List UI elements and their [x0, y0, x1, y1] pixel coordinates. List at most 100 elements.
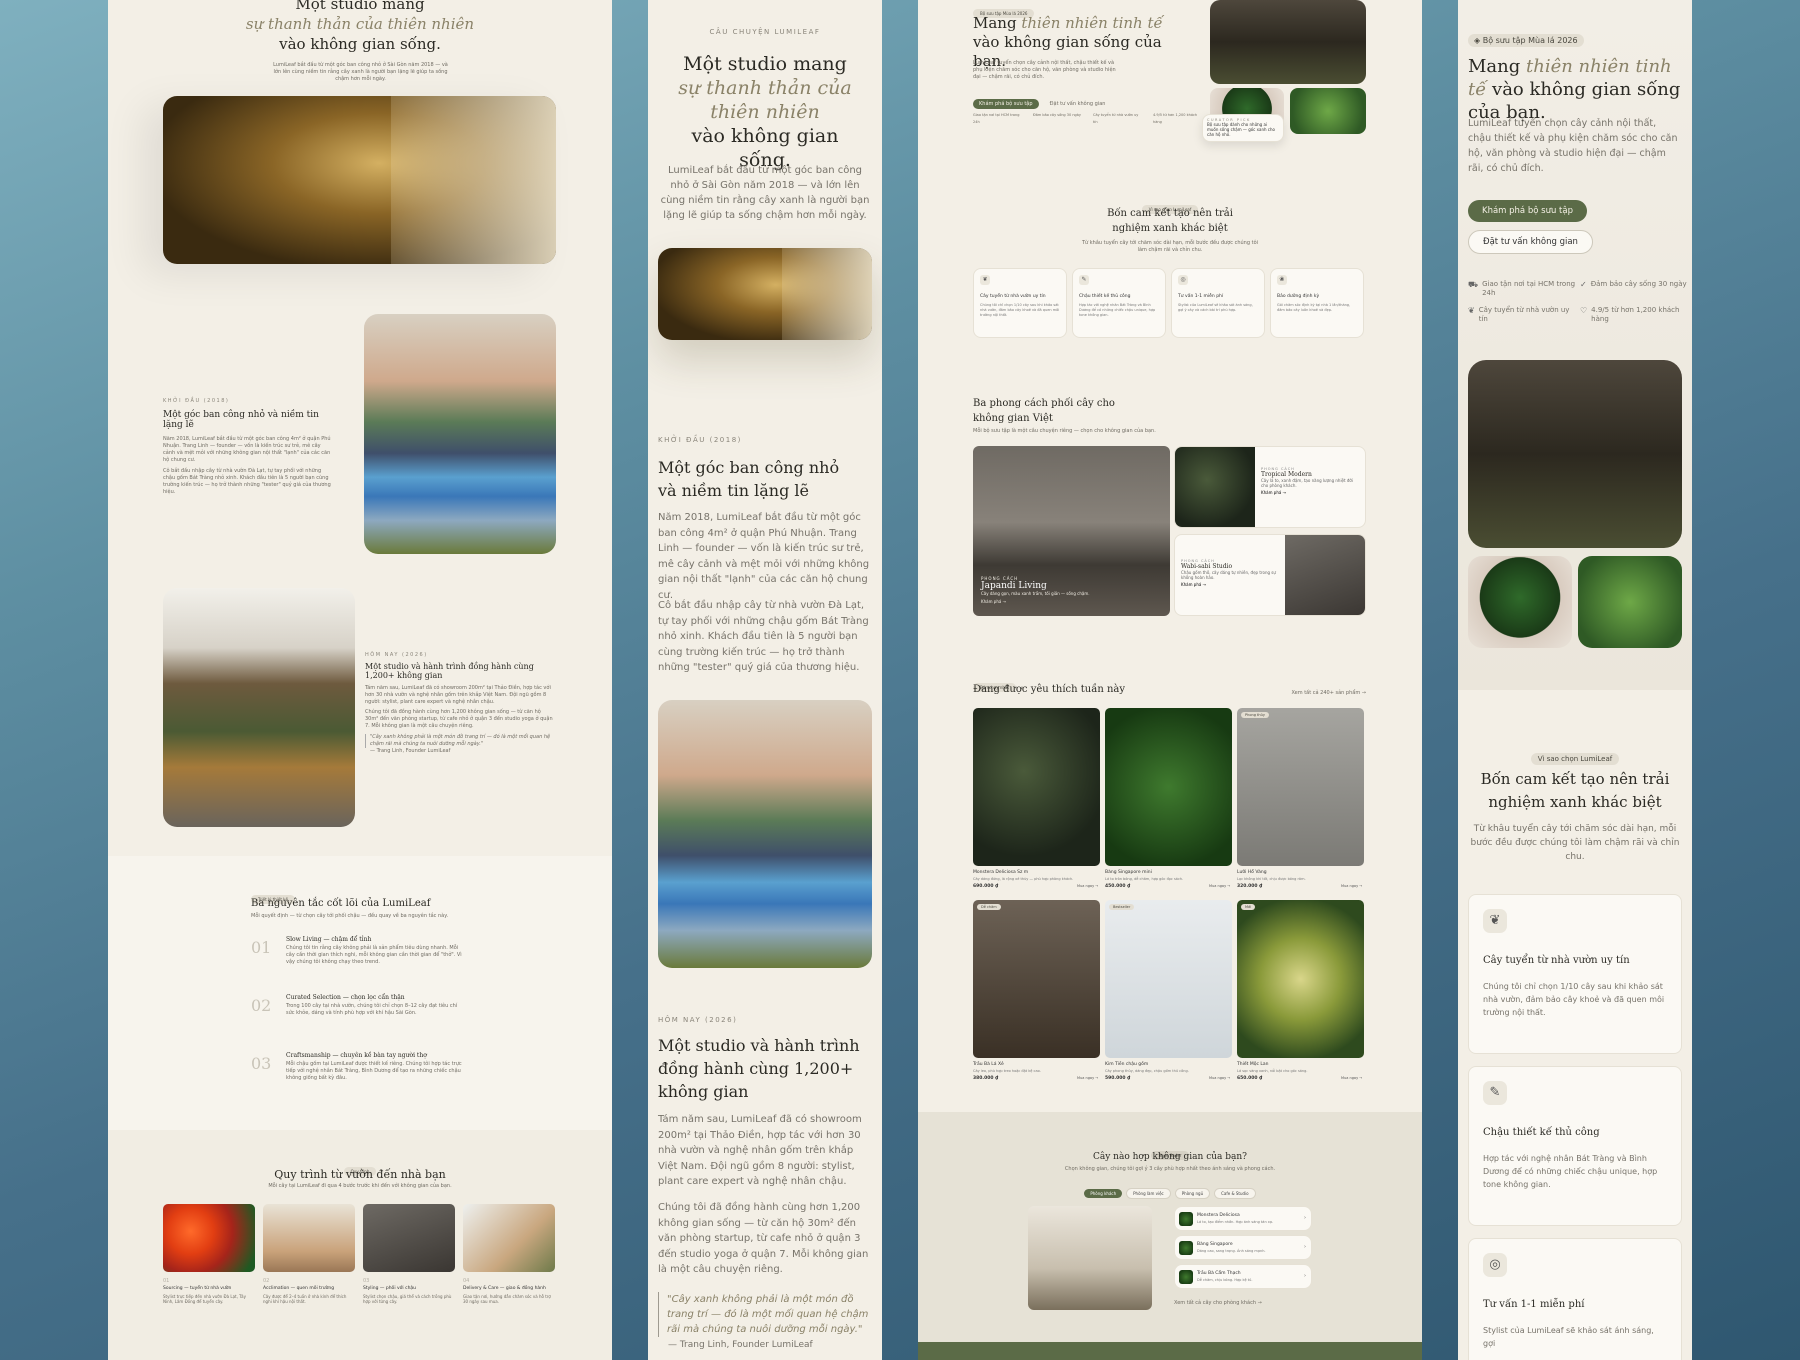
- s1-paragraph-2: Cô bắt đầu nhập cây từ nhà vườn Đà Lạt, …: [163, 468, 331, 495]
- quiz-suggestion[interactable]: Monstera Deliciosa Lá to, tạo điểm nhấn. …: [1174, 1206, 1312, 1231]
- process-step-title: Styling — phối với chậu: [363, 1286, 417, 1291]
- quote: "Cây xanh không phải là một món đồ trang…: [658, 1292, 872, 1337]
- quiz-suggestion[interactable]: Bàng Singapore Dáng cao, sang trọng. Ánh …: [1174, 1235, 1312, 1260]
- book-consultation-button[interactable]: Đặt tư vấn không gian: [1468, 230, 1593, 254]
- title-line1: Một studio mang: [683, 53, 847, 75]
- product-name: Thiết Mộc Lan: [1237, 1062, 1269, 1067]
- product-desc: Lọc không khí tốt, chịu được bóng râm.: [1237, 877, 1306, 881]
- principle-title: Craftsmanship — chuyên kề bàn tay người …: [286, 1052, 427, 1059]
- why-subtitle: Từ khâu tuyển cây tới chăm sóc dài hạn, …: [1081, 240, 1259, 253]
- commitment-desc: Chúng tôi chỉ chọn 1/10 cây sau khi khảo…: [980, 303, 1060, 317]
- product-price: 590.000 ₫: [1105, 1076, 1131, 1081]
- style-card-tropical[interactable]: Phong cách Tropical Modern Cây lá to, xa…: [1174, 446, 1366, 528]
- styles-title: Ba phong cách phối cây cho không gian Vi…: [973, 398, 1115, 424]
- curator-text: Bộ sưu tập dành cho những ai muốn sống c…: [1207, 122, 1275, 137]
- trust-item: 4.9/5 từ hơn 1,200 khách hàng: [1153, 113, 1198, 124]
- commitment-card: ◎ Tư vấn 1-1 miễn phí Stylist của LumiLeaf…: [1468, 1238, 1682, 1360]
- product-price: 320.000 ₫: [1237, 884, 1263, 889]
- product-price: 690.000 ₫: [973, 884, 999, 889]
- product-desc: Cây phong thủy, dáng đẹp, chậu gốm thủ c…: [1105, 1069, 1189, 1073]
- fav-see-all-link[interactable]: Xem tất cả 240+ sản phẩm →: [1291, 690, 1366, 697]
- hero-image-zz: [1468, 556, 1572, 648]
- quiz-suggestion-desc: Dễ chăm, chịu bóng. Hợp kệ tủ.: [1197, 1278, 1253, 1282]
- style-card-japandi[interactable]: Phong cách Japandi Living Cây dáng gọn, …: [973, 446, 1170, 616]
- product-badge: Mới: [1241, 904, 1256, 910]
- book-consultation-button[interactable]: Đặt tư vấn không gian: [1050, 101, 1106, 107]
- hero-image: [658, 248, 872, 340]
- explore-collection-button[interactable]: Khám phá bộ sưu tập: [973, 99, 1039, 109]
- commitment-title: Chậu thiết kế thủ công: [1079, 294, 1131, 299]
- quiz-tab[interactable]: Phòng khách: [1084, 1189, 1123, 1198]
- process-step-image: [163, 1204, 255, 1272]
- commitment-title: Tư vấn 1-1 miễn phí: [1483, 1299, 1585, 1310]
- quiz-subtitle: Chọn không gian, chúng tôi gợi ý 3 cây p…: [1064, 1166, 1276, 1172]
- style-finder-section: Style finder Cây nào hợp không gian của …: [918, 1112, 1422, 1342]
- shop-image: [163, 588, 355, 827]
- explore-collection-button[interactable]: Khám phá bộ sưu tập: [1468, 200, 1587, 222]
- commitment-desc: Hợp tác với nghệ nhân Bát Tràng và Bình …: [1483, 1154, 1658, 1189]
- buy-now-button[interactable]: Mua ngay →: [1341, 1076, 1362, 1080]
- product-image[interactable]: Phong thủy: [1237, 708, 1364, 866]
- product-image[interactable]: Mới: [1237, 900, 1364, 1058]
- s1-paragraph-1: Năm 2018, LumiLeaf bắt đầu từ một góc ba…: [163, 436, 331, 463]
- product-image[interactable]: [1105, 708, 1232, 866]
- quiz-see-all-link[interactable]: Xem tất cả cây cho phòng khách →: [1174, 1300, 1262, 1307]
- quiz-suggestion[interactable]: Trầu Bà Cẩm Thạch Dễ chăm, chịu bóng. Hợp…: [1174, 1264, 1312, 1289]
- footer-strip: [918, 1342, 1422, 1360]
- trust-icon: ♡: [1580, 306, 1588, 315]
- product-desc: Lá to tròn bóng, dễ chăm, hợp góc đọc sá…: [1105, 877, 1184, 881]
- balcony-image: [364, 314, 556, 554]
- product-price: 380.000 ₫: [973, 1076, 999, 1081]
- buy-now-button[interactable]: Mua ngay →: [1209, 884, 1230, 888]
- principle-number: 01: [251, 938, 272, 957]
- buy-now-button[interactable]: Mua ngay →: [1209, 1076, 1230, 1080]
- s2-quote: "Cây xanh không phải là một món đồ trang…: [365, 734, 555, 748]
- trust-item: ✓ Đảm bảo cây sống 30 ngày: [1580, 280, 1688, 289]
- s1-title: Một góc ban công nhỏ và niềm tin lặng lẽ: [658, 458, 840, 500]
- quiz-tab[interactable]: Phòng ngủ: [1174, 1188, 1211, 1199]
- process-step-number: 03: [363, 1278, 370, 1284]
- principles-subtitle: Mỗi quyết định — từ chọn cây tới phối ch…: [251, 913, 449, 919]
- eyebrow: Câu chuyện LumiLeaf: [709, 28, 821, 36]
- principle-number: 03: [251, 1054, 272, 1073]
- trust-item: Cây tuyển từ nhà vườn uy tín: [1093, 113, 1139, 124]
- quiz-suggestion-name: Monstera Deliciosa: [1197, 1213, 1240, 1218]
- buy-now-button[interactable]: Mua ngay →: [1077, 1076, 1098, 1080]
- s2-title: Một studio và hành trình đồng hành cùng …: [658, 1036, 860, 1101]
- quiz-tab[interactable]: Cafe & Studio: [1214, 1188, 1256, 1199]
- product-price: 650.000 ₫: [1237, 1076, 1263, 1081]
- panel-home-mobile: ◈ Bộ sưu tập Mùa lá 2026 Mang thiên nhiê…: [1458, 0, 1692, 1360]
- process-section: Quy trình Quy trình từ vườn đến nhà bạn …: [108, 1130, 612, 1360]
- principle-title: Curated Selection — chọn lọc cẩn thận: [286, 994, 405, 1001]
- commitment-title: Bảo dưỡng định kỳ: [1277, 294, 1320, 299]
- process-step-image: [463, 1204, 555, 1272]
- hero-badge: ◈ Bộ sưu tập Mùa lá 2026: [1468, 34, 1584, 47]
- commitment-title: Cây tuyển từ nhà vườn uy tín: [980, 294, 1046, 299]
- title-line2: sự thanh thản của thiên nhiên: [678, 77, 852, 123]
- process-step-title: Delivery & Care — giao & đồng hành: [463, 1286, 546, 1291]
- s2-paragraph-1: Tám năm sau, LumiLeaf đã có showroom 200…: [658, 1114, 862, 1187]
- trust-item: ♡ 4.9/5 từ hơn 1,200 khách hàng: [1580, 306, 1688, 324]
- quiz-suggestion-desc: Lá to, tạo điểm nhấn. Hợp ánh sáng tán x…: [1197, 1220, 1274, 1224]
- product-image[interactable]: Bestseller: [1105, 900, 1232, 1058]
- product-image[interactable]: Dễ chăm: [973, 900, 1100, 1058]
- buy-now-button[interactable]: Mua ngay →: [1341, 884, 1362, 888]
- trust-text: Đảm bảo cây sống 30 ngày: [1590, 280, 1687, 288]
- trust-text: Giao tận nơi tại HCM trong 24h: [1482, 280, 1576, 297]
- trust-icon: ⛟: [1468, 280, 1479, 289]
- product-image[interactable]: [973, 708, 1100, 866]
- commitment-icon: ❦: [980, 275, 990, 285]
- product-name: Monstera Deliciosa Sz m: [973, 870, 1029, 875]
- quiz-tab[interactable]: Phòng làm việc: [1126, 1188, 1171, 1199]
- hero-image-main: [1210, 0, 1366, 84]
- product-price: 450.000 ₫: [1105, 884, 1131, 889]
- hero-image: [163, 96, 556, 264]
- principles-title: Ba nguyên tắc cốt lõi của LumiLeaf: [251, 898, 431, 909]
- commitment-card: ❦ Cây tuyển từ nhà vườn uy tín Chúng tôi c…: [1468, 894, 1682, 1054]
- commitment-title: Cây tuyển từ nhà vườn uy tín: [1483, 955, 1630, 966]
- commitment-title: Tư vấn 1-1 miễn phí: [1178, 294, 1224, 299]
- buy-now-button[interactable]: Mua ngay →: [1077, 884, 1098, 888]
- why-title: Bốn cam kết tạo nên trải nghiệm xanh khá…: [1480, 770, 1670, 811]
- style-card-wabisabi[interactable]: Phong cách Wabi-sabi Studio Chậu gốm thô…: [1174, 534, 1366, 616]
- principle-desc: Mỗi chậu gốm tại LumiLeaf được thiết kế …: [286, 1061, 462, 1081]
